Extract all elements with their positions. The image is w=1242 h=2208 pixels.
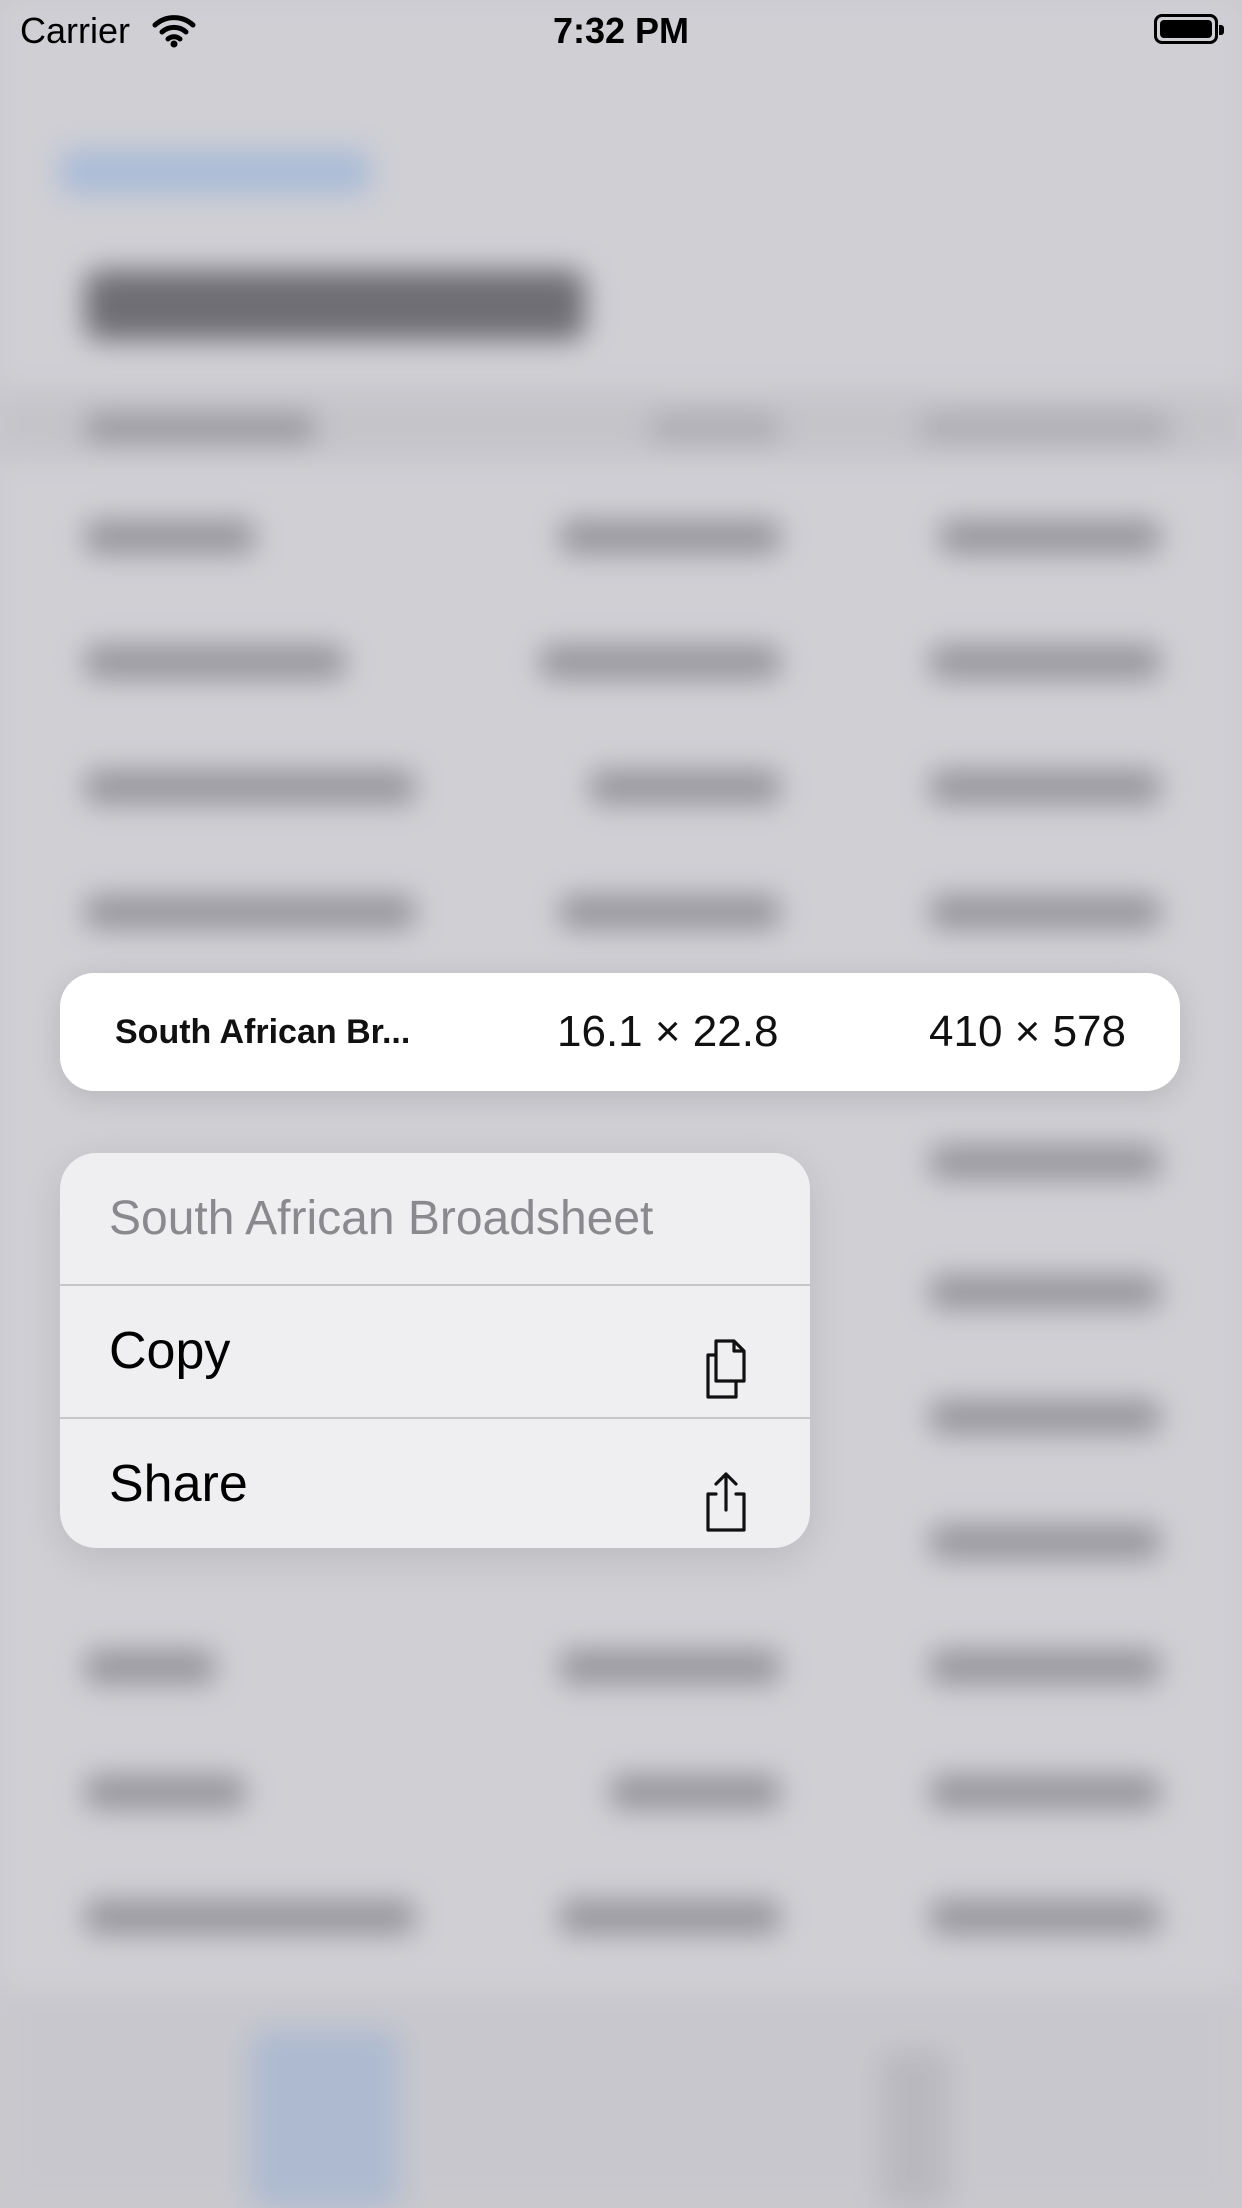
paper-size-inches: 16.1 × 22.8 [557, 1007, 779, 1056]
share-icon [696, 1452, 756, 1532]
share-menu-item[interactable]: Share [60, 1417, 810, 1548]
copy-icon [696, 1319, 756, 1399]
copy-menu-item[interactable]: Copy [60, 1286, 810, 1417]
paper-name: South African Br... [115, 1013, 411, 1051]
context-menu: South African Broadsheet Copy Share [60, 1153, 810, 1548]
context-menu-title: South African Broadsheet [60, 1153, 810, 1286]
battery-icon [1154, 14, 1224, 44]
preview-row: South African Br... 16.1 × 22.8 410 × 57… [60, 973, 1180, 1091]
dim-overlay[interactable] [0, 0, 1242, 2208]
share-label: Share [109, 1455, 248, 1513]
copy-label: Copy [109, 1322, 231, 1380]
status-bar: Carrier 7:32 PM [0, 0, 1242, 60]
paper-size-mm: 410 × 578 [929, 1007, 1126, 1056]
clock: 7:32 PM [552, 10, 690, 51]
